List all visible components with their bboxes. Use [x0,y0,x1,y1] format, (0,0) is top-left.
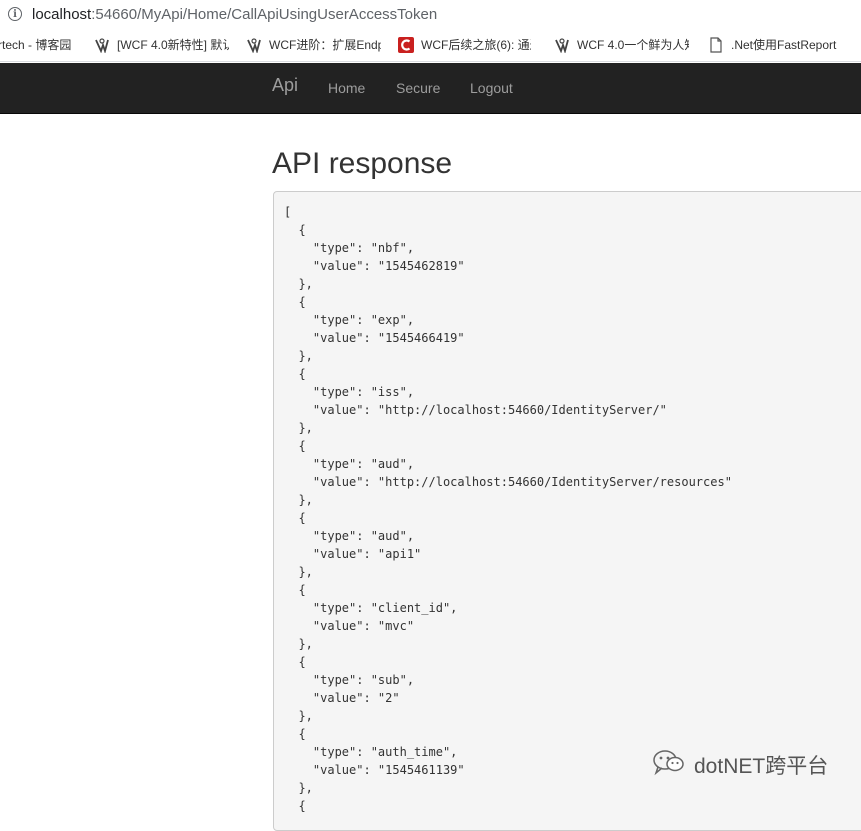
bookmark-fastreport[interactable]: .Net使用FastReport [708,28,860,61]
wcf-logo-icon [246,37,262,53]
url-host: localhost [32,5,92,23]
url-text[interactable]: localhost:54660/MyApi/Home/CallApiUsingU… [32,6,437,23]
page-title: API response [272,147,453,180]
address-bar[interactable]: i localhost:54660/MyApi/Home/CallApiUsin… [0,0,861,28]
document-icon [708,36,724,53]
info-icon[interactable]: i [8,7,22,21]
nav-link-logout[interactable]: Logout [470,80,513,96]
bookmark-label: WCF后续之旅(6): 通过 [421,38,531,52]
bookmark-label: WCF 4.0一个鲜为人知 [577,38,689,52]
wcf-logo-icon [554,37,570,53]
navbar: Api Home Secure Logout [0,63,861,114]
bookmark-wcf40-new-features[interactable]: [WCF 4.0新特性] 默认 [94,28,246,61]
bookmark-wcf-followup[interactable]: WCF后续之旅(6): 通过 [398,28,554,61]
navbar-brand[interactable]: Api [272,75,298,96]
bookmark-label: .Net使用FastReport [731,38,837,52]
wcf-logo-icon [94,37,110,53]
api-response-box: [ { "type": "nbf", "value": "1545462819"… [273,191,861,831]
nav-link-home[interactable]: Home [328,80,365,96]
bookmark-cnblogs[interactable]: rtech - 博客园 [0,28,94,61]
bookmark-wcf40-little-known[interactable]: WCF 4.0一个鲜为人知 [554,28,708,61]
wechat-icon [652,748,686,782]
url-path: :54660/MyApi/Home/CallApiUsingUserAccess… [91,5,438,23]
bookmark-label: [WCF 4.0新特性] 默认 [117,38,229,52]
nav-link-secure[interactable]: Secure [396,80,440,96]
bookmark-label: rtech - 博客园 [0,38,72,52]
csdn-icon [398,36,414,53]
bookmarks-bar: rtech - 博客园 [WCF 4.0新特性] 默认 WCF进阶：扩展Endp… [0,28,861,62]
bookmark-wcf-advanced[interactable]: WCF进阶：扩展Endp [246,28,398,61]
api-response-json: [ { "type": "nbf", "value": "1545462819"… [284,205,732,813]
watermark-text: dotNET跨平台 [694,755,829,778]
watermark: dotNET跨平台 [652,748,828,782]
bookmark-label: WCF进阶：扩展Endp [269,38,381,52]
